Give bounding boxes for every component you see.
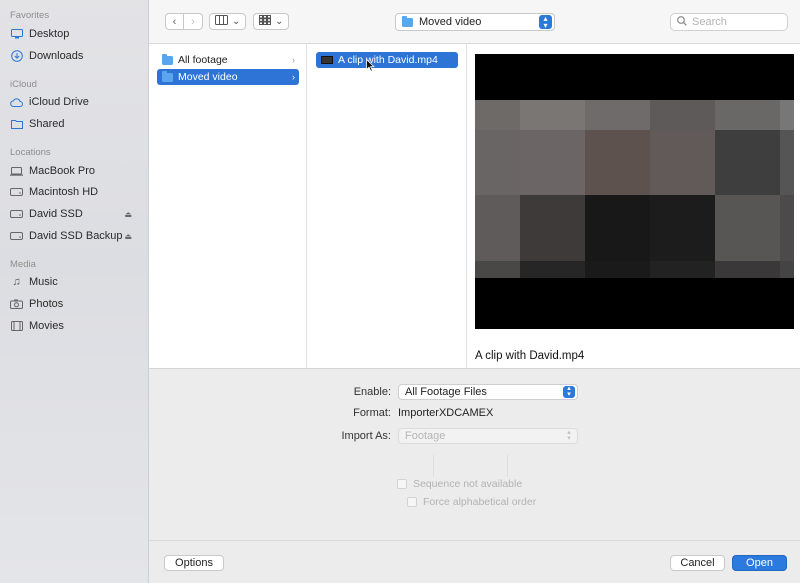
sidebar-item-david-ssd-backup[interactable]: David SSD Backup ⏏ [10,226,140,246]
file-browser: All footage › Moved video › A clip with … [149,44,800,368]
sidebar-section-icloud: iCloud [10,79,37,90]
alphabetical-label: Force alphabetical order [423,496,537,508]
drive-icon [10,230,23,243]
laptop-icon [10,165,23,178]
back-button[interactable]: ‹ [165,13,184,30]
enable-label: Enable: [353,386,391,398]
preview-filename: A clip with David.mp4 [475,350,585,362]
video-file-icon [321,56,333,64]
folder-icon [162,70,173,82]
divider [507,455,508,477]
checkbox-box[interactable] [407,497,417,507]
cancel-button[interactable]: Cancel [670,555,725,571]
import-as-popup[interactable]: Footage ▴ ▾ [398,428,578,444]
music-icon: ♫ [12,276,21,288]
sidebar-item-downloads[interactable]: Downloads [10,46,140,66]
alphabetical-checkbox[interactable]: Force alphabetical order [407,496,536,508]
sidebar: Favorites Desktop Downloads iCloud iClou… [0,0,149,583]
format-value: ImporterXDCAMEX [398,407,494,419]
forward-button[interactable]: › [184,13,203,30]
dialog-buttons: Options Cancel Open [149,540,800,583]
import-as-label: Import As: [341,430,391,442]
list-item-label: All footage [178,54,228,66]
search-input[interactable] [692,16,772,28]
sidebar-item-music[interactable]: ♫ Music [10,272,140,292]
sidebar-item-label: Movies [29,320,64,332]
eject-icon[interactable]: ⏏ [124,232,132,241]
sidebar-item-photos[interactable]: Photos [10,294,140,314]
sidebar-item-label: iCloud Drive [29,96,89,108]
location-popup[interactable]: Moved video ▴ ▾ [395,13,555,31]
browser-column-1: All footage › Moved video › [149,44,307,368]
chevron-right-icon: › [292,55,295,65]
toolbar: ‹ › ⌄ ⌄ Moved video ▴ ▾ [149,0,800,44]
downloads-icon [10,50,23,63]
sidebar-item-label: Downloads [29,50,84,62]
sidebar-item-macbook-pro[interactable]: MacBook Pro [10,161,140,181]
sidebar-item-david-ssd[interactable]: David SSD ⏏ [10,204,140,224]
sidebar-item-movies[interactable]: Movies [10,316,140,336]
list-item-label: Moved video [178,71,238,83]
location-label: Moved video [419,16,482,28]
sidebar-item-icloud-drive[interactable]: iCloud Drive [10,92,140,112]
drive-icon [10,208,23,221]
cloud-icon [10,96,23,109]
sidebar-item-label: David SSD [29,208,83,220]
camera-icon [10,298,23,311]
sidebar-item-macintosh-hd[interactable]: Macintosh HD [10,182,140,202]
group-view-button[interactable]: ⌄ [253,13,290,30]
sidebar-section-media: Media [10,259,36,270]
navigation-buttons: ‹ › [165,13,203,30]
browser-column-2: A clip with David.mp4 [307,44,467,368]
stepper-icon: ▴ ▾ [563,385,575,398]
stepper-icon: ▴ ▾ [539,15,552,30]
chevron-right-icon: › [292,72,295,82]
chevron-down-icon: ⌄ [232,16,241,27]
sidebar-section-locations: Locations [10,147,51,158]
options-button[interactable]: Options [164,555,224,571]
sidebar-item-label: Desktop [29,28,70,40]
search-field[interactable] [670,13,788,31]
divider [433,455,434,477]
chevron-down-icon: ⌄ [275,16,284,27]
sequence-label: Sequence not available [413,478,523,490]
enable-popup[interactable]: All Footage Files ▴ ▾ [398,384,578,400]
sidebar-item-label: Macintosh HD [29,186,99,198]
search-icon [677,15,687,29]
open-button[interactable]: Open [732,555,787,571]
sidebar-item-shared[interactable]: Shared [10,114,140,134]
sidebar-item-label: David SSD Backup [29,230,123,242]
stepper-icon: ▴ ▾ [567,429,571,442]
sidebar-item-label: MacBook Pro [29,165,96,177]
format-label: Format: [353,407,391,419]
enable-value: All Footage Files [405,386,487,398]
desktop-icon [10,28,23,41]
eject-icon[interactable]: ⏏ [124,210,132,219]
sequence-checkbox[interactable]: Sequence not available [397,478,522,490]
video-preview [475,54,794,329]
film-icon [10,320,23,333]
folder-icon [162,53,173,65]
sidebar-item-label: Music [29,276,58,288]
list-item-all-footage[interactable]: All footage › [157,52,299,68]
sidebar-item-desktop[interactable]: Desktop [10,24,140,44]
columns-icon [215,15,228,28]
sidebar-item-label: Photos [29,298,64,310]
list-item-clip-file[interactable]: A clip with David.mp4 [316,52,458,68]
folder-icon [402,15,413,27]
sidebar-section-favorites: Favorites [10,10,50,21]
chevron-left-icon: ‹ [172,15,177,28]
checkbox-box[interactable] [397,479,407,489]
shared-folder-icon [10,118,23,131]
list-item-moved-video[interactable]: Moved video › [157,69,299,85]
sidebar-item-label: Shared [29,118,65,130]
mouse-cursor-icon [366,58,375,75]
grid-icon [259,15,271,28]
import-as-value: Footage [405,430,446,442]
list-item-label: A clip with David.mp4 [338,54,438,66]
chevron-right-icon: › [191,15,195,28]
column-view-button[interactable]: ⌄ [209,13,247,30]
drive-icon [10,186,23,199]
